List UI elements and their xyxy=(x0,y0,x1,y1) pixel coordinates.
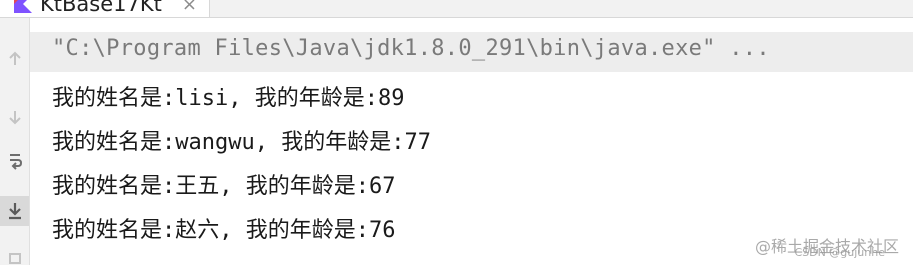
output-line: 我的姓名是:王五, 我的年龄是:67 xyxy=(52,174,396,199)
tab-label: KtBase17Kt xyxy=(40,0,162,16)
command-line: "C:\Program Files\Java\jdk1.8.0_291\bin\… xyxy=(52,36,770,61)
close-icon[interactable]: × xyxy=(182,0,197,15)
editor-tab-ktbase17kt[interactable]: KtBase17Kt × xyxy=(0,0,210,17)
kotlin-file-icon xyxy=(14,0,32,13)
run-console[interactable]: "C:\Program Files\Java\jdk1.8.0_291\bin\… xyxy=(30,18,913,265)
stop-icon[interactable] xyxy=(0,102,29,132)
scroll-to-end-icon[interactable] xyxy=(0,196,29,226)
output-line: 我的姓名是:lisi, 我的年龄是:89 xyxy=(52,86,405,111)
console-toolbar xyxy=(0,18,30,265)
rerun-icon[interactable] xyxy=(0,44,29,74)
editor-tab-bar: KtBase17Kt × xyxy=(0,0,913,18)
print-icon[interactable] xyxy=(0,244,29,274)
output-line: 我的姓名是:赵六, 我的年龄是:76 xyxy=(52,218,396,243)
soft-wrap-icon[interactable] xyxy=(0,146,29,176)
watermark-csdn: CSDN @gujunhe xyxy=(794,246,885,259)
output-line: 我的姓名是:wangwu, 我的年龄是:77 xyxy=(52,130,431,155)
